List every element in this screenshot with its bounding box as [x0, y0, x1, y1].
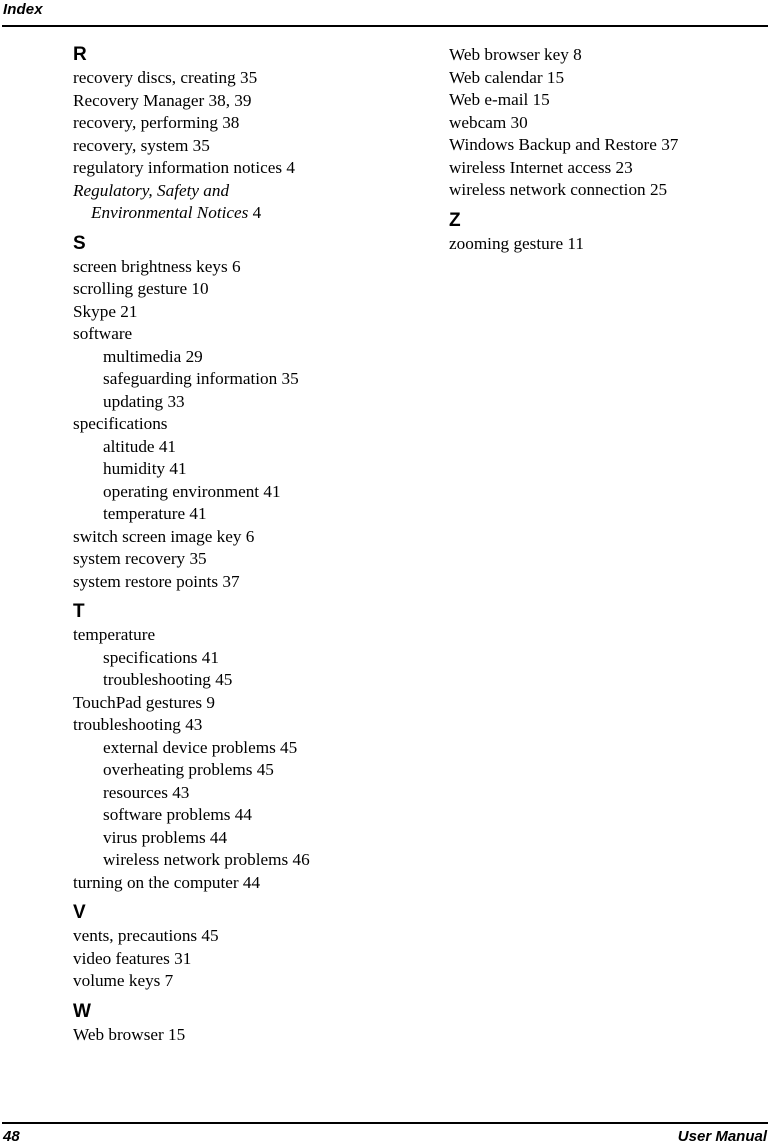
index-subentry[interactable]: wireless network problems 46	[73, 849, 393, 872]
index-subentry[interactable]: troubleshooting 45	[73, 669, 393, 692]
index-entry[interactable]: regulatory information notices 4	[73, 157, 393, 180]
index-entry[interactable]: switch screen image key 6	[73, 526, 393, 549]
index-section: Rrecovery discs, creating 35 Recovery Man…	[73, 44, 393, 225]
index-subentry[interactable]: overheating problems 45	[73, 759, 393, 782]
index-entry[interactable]: zooming gesture 11	[449, 233, 769, 256]
index-entry[interactable]: Web browser key 8	[449, 44, 769, 67]
index-column-left: Rrecovery discs, creating 35 Recovery Man…	[73, 44, 393, 1046]
index-entry-continuation: Environmental Notices 4	[73, 202, 323, 225]
index-entry[interactable]: video features 31	[73, 948, 393, 971]
header-divider	[2, 25, 768, 27]
footer-document-label: User Manual	[677, 1128, 767, 1145]
index-subentry[interactable]: altitude 41	[73, 436, 393, 459]
index-section: Ttemperature specifications 41 troubleshoo…	[73, 601, 393, 894]
index-entry-page-number: 4	[248, 203, 262, 222]
section-letter-heading: T	[73, 601, 85, 622]
section-letter-heading: Z	[449, 209, 461, 231]
index-entry[interactable]: vents, precautions 45	[73, 925, 393, 948]
index-subentry[interactable]: virus problems 44	[73, 827, 393, 850]
index-body: Rrecovery discs, creating 35 Recovery Man…	[0, 44, 770, 1114]
index-subentry[interactable]: software problems 44	[73, 804, 393, 827]
index-subentry[interactable]: operating environment 41	[73, 481, 393, 504]
index-entry[interactable]: webcam 30	[449, 112, 769, 135]
index-entry[interactable]: troubleshooting 43	[73, 714, 393, 737]
index-entry[interactable]: Web browser 15	[73, 1024, 393, 1047]
index-section: Vvents, precautions 45 video features 31 v…	[73, 902, 393, 993]
index-entry[interactable]: recovery, system 35	[73, 135, 393, 158]
page-footer: 48 User Manual	[0, 1113, 770, 1146]
index-entry[interactable]: Web e-mail 15	[449, 89, 769, 112]
index-entry[interactable]: TouchPad gestures 9	[73, 692, 393, 715]
index-subentry[interactable]: multimedia 29	[73, 346, 393, 369]
index-subentry[interactable]: specifications 41	[73, 647, 393, 670]
index-entry[interactable]: system restore points 37	[73, 571, 393, 594]
index-entry[interactable]: recovery, performing 38	[73, 112, 393, 135]
footer-page-number: 48	[3, 1128, 20, 1145]
index-entry[interactable]: system recovery 35	[73, 548, 393, 571]
header-title: Index	[3, 1, 43, 18]
index-entry[interactable]: Regulatory, Safety and Environmental Noti…	[73, 180, 323, 225]
index-entry[interactable]: Recovery Manager 38, 39	[73, 90, 393, 113]
index-section: W Web browser 15	[73, 1001, 393, 1047]
section-letter-heading: S	[73, 232, 86, 254]
index-entry[interactable]: turning on the computer 44	[73, 872, 393, 895]
index-entry-continuation-text: Environmental Notices	[91, 203, 249, 222]
footer-divider	[2, 1122, 768, 1124]
index-entry[interactable]: recovery discs, creating 35	[73, 67, 393, 90]
index-entry[interactable]: scrolling gesture 10	[73, 278, 393, 301]
index-entry-text: Regulatory, Safety and	[73, 180, 230, 200]
index-column-right: Web browser key 8 Web calendar 15 Web e-ma…	[449, 44, 769, 255]
page-header: Index	[0, 0, 770, 27]
index-subentry[interactable]: temperature 41	[73, 503, 393, 526]
index-entry[interactable]: software	[73, 323, 393, 346]
index-subentry[interactable]: updating 33	[73, 391, 393, 414]
index-entry[interactable]: Windows Backup and Restore 37	[449, 134, 769, 157]
index-entry[interactable]: specifications	[73, 413, 393, 436]
index-page: Index Rrecovery discs, creating 35 Recove…	[0, 0, 770, 1146]
index-entry[interactable]: volume keys 7	[73, 970, 393, 993]
section-letter-heading: R	[73, 44, 87, 65]
index-subentry[interactable]: safeguarding information 35	[73, 368, 393, 391]
index-section: Sscreen brightness keys 6 scrolling gestu…	[73, 233, 393, 594]
index-subentry[interactable]: external device problems 45	[73, 737, 393, 760]
index-section: Zzooming gesture 11	[449, 210, 769, 256]
index-entry[interactable]: Skype 21	[73, 301, 393, 324]
index-entry[interactable]: screen brightness keys 6	[73, 256, 393, 279]
index-entry[interactable]: wireless network connection 25	[449, 179, 769, 202]
index-subentry[interactable]: humidity 41	[73, 458, 393, 481]
index-entry[interactable]: Web calendar 15	[449, 67, 769, 90]
index-subentry[interactable]: resources 43	[73, 782, 393, 805]
section-letter-heading: W	[73, 1000, 91, 1022]
section-letter-heading: V	[73, 902, 86, 923]
index-entry[interactable]: wireless Internet access 23	[449, 157, 769, 180]
index-entry[interactable]: temperature	[73, 624, 393, 647]
index-section: Web browser key 8 Web calendar 15 Web e-ma…	[449, 44, 769, 202]
